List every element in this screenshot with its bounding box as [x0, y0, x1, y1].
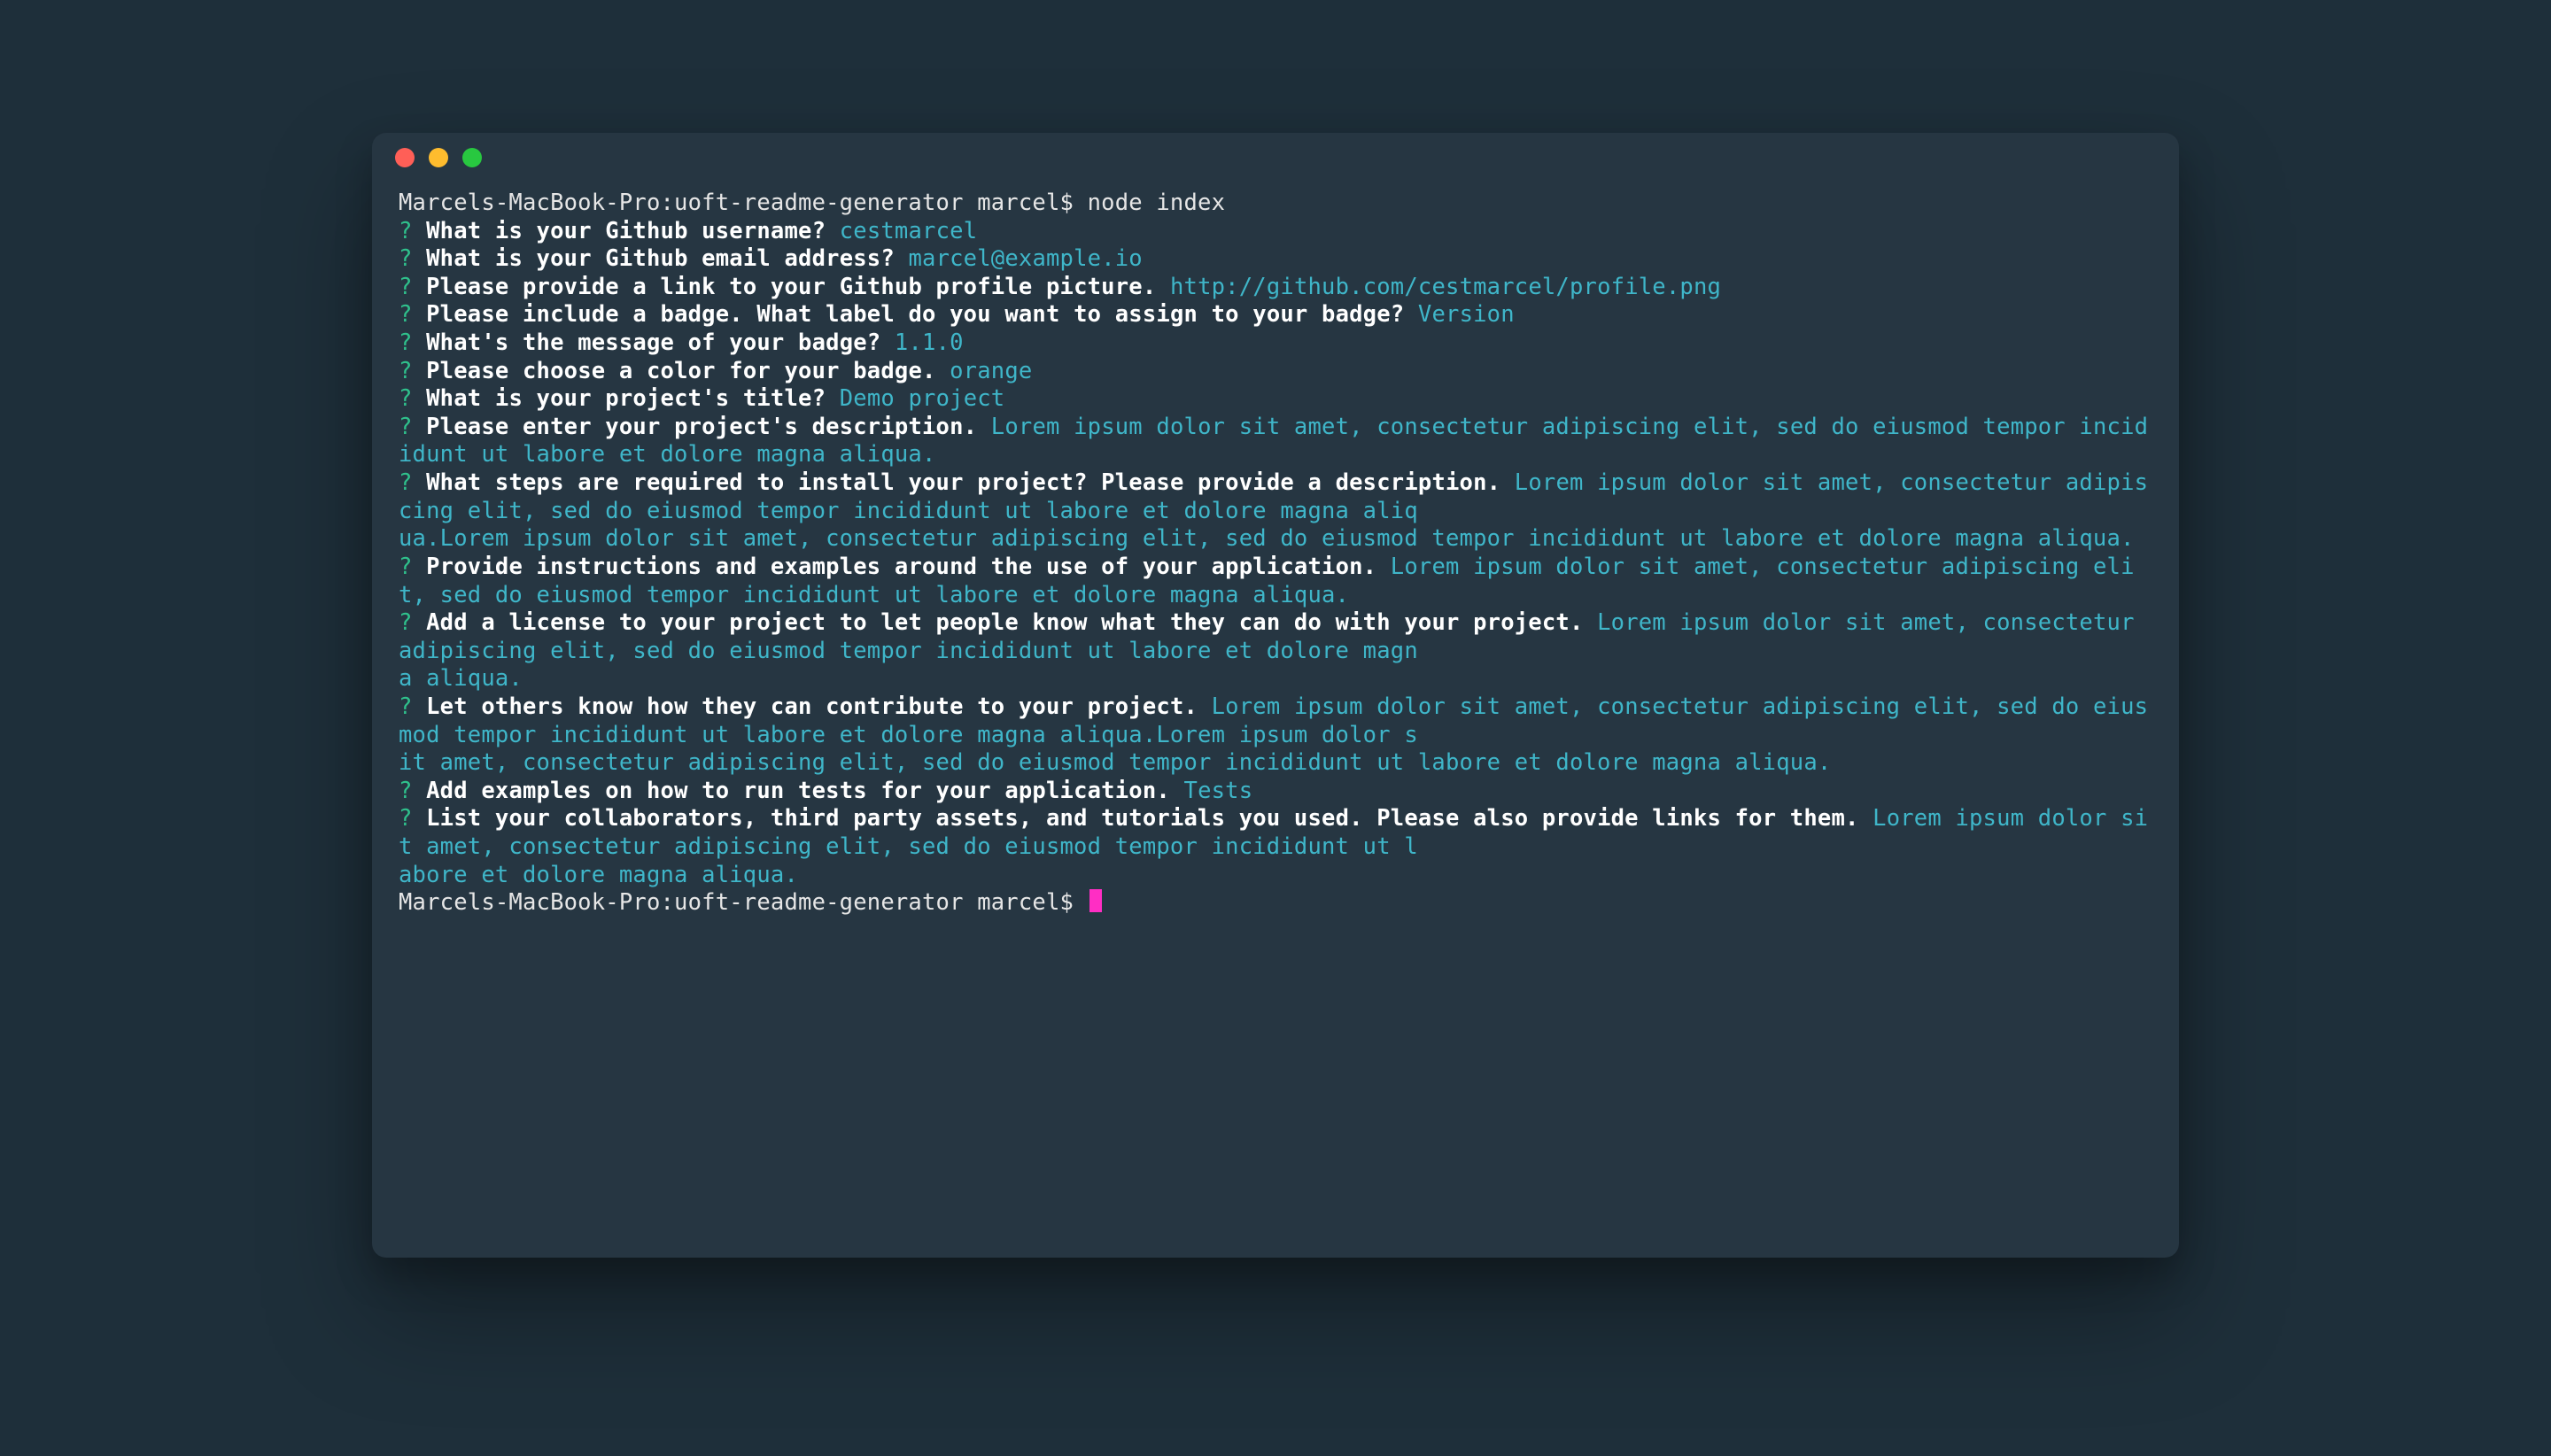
cli-answer: cestmarcel	[840, 218, 978, 244]
question-mark-icon: ?	[399, 469, 413, 496]
cli-answer: http://github.com/cestmarcel/profile.png	[1170, 274, 1721, 300]
window-titlebar	[372, 133, 2179, 182]
qa-line: ? Please include a badge. What label do …	[399, 301, 1515, 328]
cursor-icon	[1089, 889, 1102, 912]
question-mark-icon: ?	[399, 329, 413, 356]
cli-question: List your collaborators, third party ass…	[426, 805, 1858, 832]
qa-line: ? Please enter your project's descriptio…	[399, 414, 2148, 469]
shell-prompt-start: Marcels-MacBook-Pro:uoft-readme-generato…	[399, 190, 1225, 216]
question-mark-icon: ?	[399, 414, 413, 440]
cli-question: Provide instructions and examples around…	[426, 554, 1376, 580]
cli-answer: 1.1.0	[895, 329, 964, 356]
question-mark-icon: ?	[399, 301, 413, 328]
qa-line: ? What is your project's title? Demo pro…	[399, 385, 1004, 412]
qa-line: ? List your collaborators, third party a…	[399, 805, 2148, 887]
qa-line: ? Please choose a color for your badge. …	[399, 358, 1032, 384]
cli-question: What steps are required to install your …	[426, 469, 1500, 496]
question-mark-icon: ?	[399, 274, 413, 300]
terminal-window: Marcels-MacBook-Pro:uoft-readme-generato…	[372, 133, 2179, 1258]
cli-question: Please include a badge. What label do yo…	[426, 301, 1404, 328]
question-mark-icon: ?	[399, 805, 413, 832]
cli-question: Add examples on how to run tests for you…	[426, 778, 1170, 804]
question-mark-icon: ?	[399, 554, 413, 580]
question-mark-icon: ?	[399, 693, 413, 720]
question-mark-icon: ?	[399, 778, 413, 804]
qa-line: ? Provide instructions and examples arou…	[399, 554, 2135, 608]
cli-question: Please provide a link to your Github pro…	[426, 274, 1156, 300]
qa-line: ? Let others know how they can contribut…	[399, 693, 2148, 776]
cli-question: What is your Github email address?	[426, 245, 895, 272]
shell-prompt-end: Marcels-MacBook-Pro:uoft-readme-generato…	[399, 889, 1088, 916]
qa-line: ? What steps are required to install you…	[399, 469, 2148, 552]
cli-answer: orange	[950, 358, 1032, 384]
cli-answer: Tests	[1184, 778, 1253, 804]
question-mark-icon: ?	[399, 245, 413, 272]
minimize-icon[interactable]	[429, 148, 448, 167]
cli-question: Please choose a color for your badge.	[426, 358, 935, 384]
question-mark-icon: ?	[399, 358, 413, 384]
question-mark-icon: ?	[399, 218, 413, 244]
qa-line: ? Please provide a link to your Github p…	[399, 274, 1721, 300]
question-mark-icon: ?	[399, 385, 413, 412]
question-mark-icon: ?	[399, 609, 413, 636]
cli-answer: Demo project	[840, 385, 1005, 412]
cli-question: Let others know how they can contribute …	[426, 693, 1198, 720]
cli-question: What's the message of your badge?	[426, 329, 880, 356]
cli-question: Please enter your project's description.	[426, 414, 977, 440]
terminal-body[interactable]: Marcels-MacBook-Pro:uoft-readme-generato…	[372, 182, 2179, 1258]
qa-line: ? What's the message of your badge? 1.1.…	[399, 329, 964, 356]
cli-question: What is your project's title?	[426, 385, 826, 412]
maximize-icon[interactable]	[462, 148, 482, 167]
qa-line: ? What is your Github username? cestmarc…	[399, 218, 977, 244]
cli-question: Add a license to your project to let peo…	[426, 609, 1583, 636]
qa-line: ? What is your Github email address? mar…	[399, 245, 1143, 272]
cli-answer: marcel@example.io	[908, 245, 1142, 272]
cli-question: What is your Github username?	[426, 218, 826, 244]
close-icon[interactable]	[395, 148, 415, 167]
qa-line: ? Add a license to your project to let p…	[399, 609, 2148, 692]
cli-answer: Version	[1418, 301, 1515, 328]
qa-line: ? Add examples on how to run tests for y…	[399, 778, 1252, 804]
